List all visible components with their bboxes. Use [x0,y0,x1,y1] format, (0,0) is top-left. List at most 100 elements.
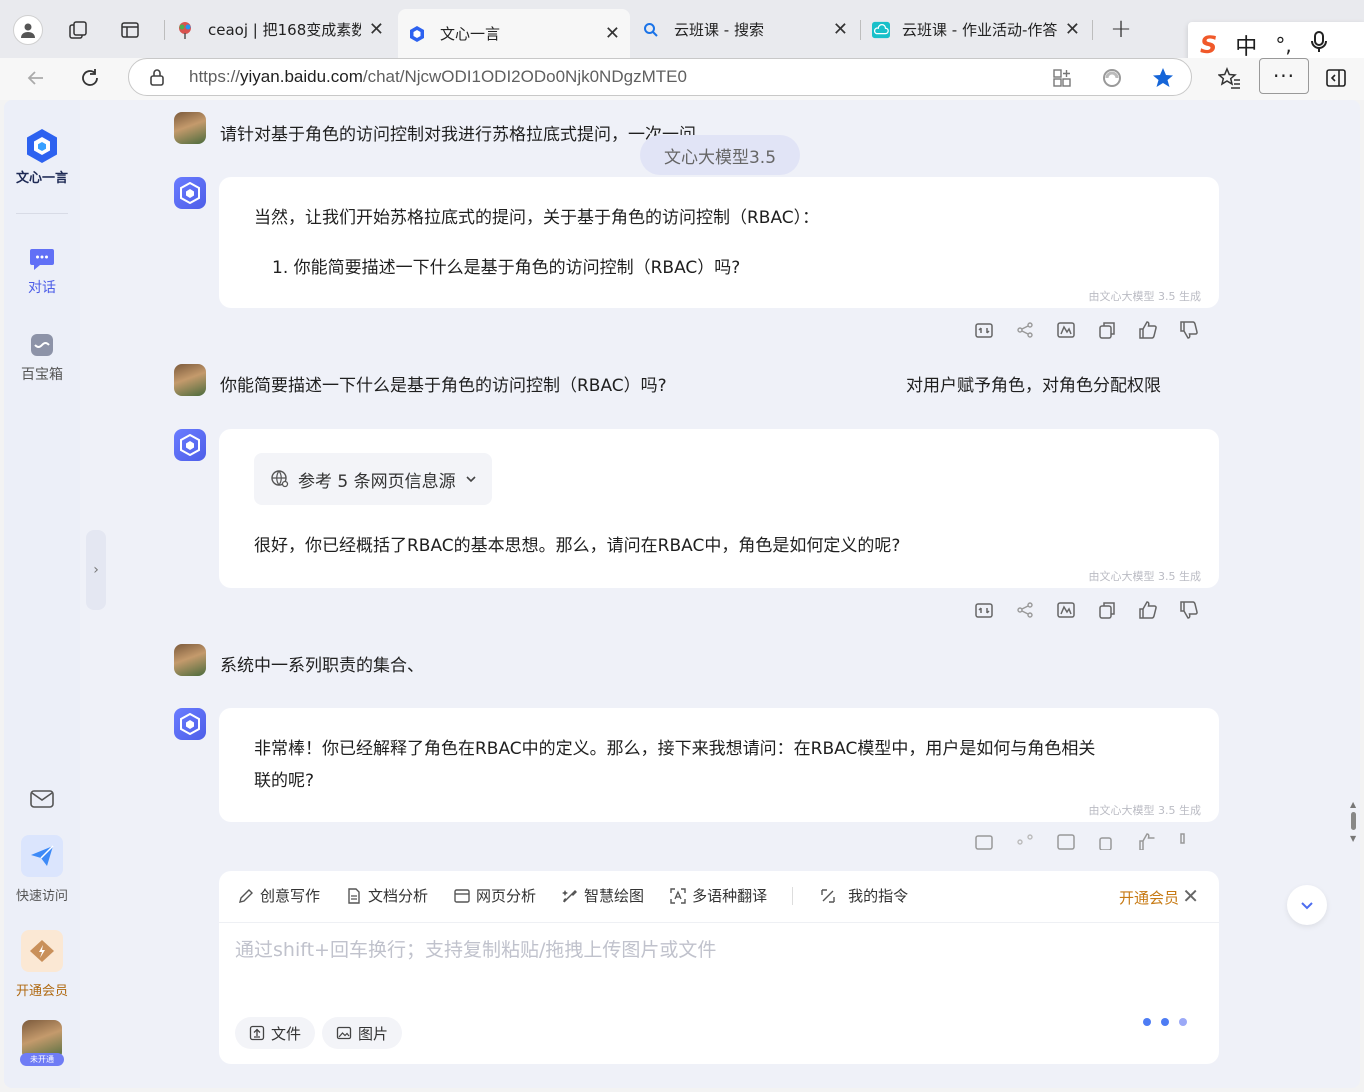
tab-ceaoj[interactable]: ceaoj | 把168变成素数 ✕ [166,9,394,50]
tool-document-analysis[interactable]: 文档分析 [345,885,428,906]
vip-link[interactable]: 开通会员 [1119,887,1179,908]
user-avatar [174,644,206,676]
tab-wenxin[interactable]: 文心一言 ✕ [398,9,630,58]
reference-label: 参考 5 条网页信息源 [298,471,456,492]
new-tab-button[interactable]: + [1106,14,1136,44]
vip-diamond-icon [21,930,63,972]
tool-label: 智慧绘图 [584,887,645,905]
sidebar-item-vip[interactable]: 开通会员 [4,930,80,999]
share-icon[interactable] [1015,832,1035,850]
sidebar-item-label: 快速访问 [15,889,68,904]
message-actions [974,832,1199,850]
thumbs-up-icon[interactable] [1138,600,1158,620]
close-tab-icon[interactable]: ✕ [605,23,620,44]
mail-button[interactable] [4,788,80,810]
regenerate-icon[interactable] [974,320,994,340]
edge-refresh-icon[interactable] [1101,67,1123,93]
back-button[interactable] [20,62,52,94]
tool-smart-drawing[interactable]: 智慧绘图 [561,885,644,906]
image-export-icon[interactable] [1056,320,1076,340]
app-available-icon[interactable] [1051,67,1073,93]
clipped-actions-row [4,832,1344,850]
tool-label: 创意写作 [260,887,321,905]
tab-homework[interactable]: 云班课 - 作业活动-作答 ✕ [862,9,1090,50]
upload-image-button[interactable]: 图片 [322,1017,403,1049]
tool-web-analysis[interactable]: 网页分析 [453,885,536,906]
close-tab-icon[interactable]: ✕ [1065,19,1080,40]
user-message: 请针对基于角色的访问控制对我进行苏格拉底式提问，一次一问 [220,125,696,145]
upload-file-button[interactable]: 文件 [235,1017,316,1049]
chip-label: 图片 [358,1024,389,1043]
chat-bubble-icon [30,249,54,270]
workspaces-button[interactable] [62,14,94,46]
reference-sources-dropdown[interactable]: 参考 5 条网页信息源 [254,453,492,505]
scroll-up-arrow-icon[interactable]: ▲ [1350,800,1356,809]
user-message: 你能简要描述一下什么是基于角色的访问控制（RBAC）吗? [220,376,667,396]
bot-message-list-item: 1. 你能简要描述一下什么是基于角色的访问控制（RBAC）吗? [272,258,741,278]
toolbox-icon [31,334,53,356]
message-input[interactable]: 通过shift+回车换行；支持复制粘贴/拖拽上传图片或文件 [235,935,716,962]
model-pill[interactable]: 文心大模型3.5 [640,135,800,175]
sidebar-item-toolbox[interactable]: 百宝箱 [4,332,80,384]
address-bar[interactable]: https://yiyan.baidu.com/chat/NjcwODI1ODI… [128,58,1192,96]
close-tab-icon[interactable]: ✕ [369,19,384,40]
copy-icon[interactable] [1097,320,1117,340]
tool-translation[interactable]: 多语种翻译 [669,885,767,906]
thumbs-down-icon[interactable] [1179,320,1199,340]
chat-scrollbar[interactable]: ▲ ▼ [1347,100,1360,845]
tab-title: 云班课 - 作业活动-作答 [902,21,1057,39]
tab-title: 云班课 - 搜索 [674,21,764,39]
favorite-star-icon[interactable] [1151,66,1175,94]
ime-punct-toggle[interactable]: °, [1275,33,1291,57]
mail-icon [30,790,54,808]
favorites-button[interactable] [1214,62,1246,94]
chip-label: 文件 [271,1024,302,1043]
expand-sidebar-button[interactable]: › [86,530,106,610]
sogou-logo-icon[interactable]: S [1200,31,1217,59]
send-loading-indicator[interactable] [1143,1018,1187,1026]
refresh-icon [82,69,98,86]
microphone-icon[interactable] [1310,30,1328,60]
thumbs-down-icon[interactable] [1179,832,1199,850]
tab-actions-button[interactable] [114,14,146,46]
image-export-icon[interactable] [1056,832,1076,850]
tool-my-commands[interactable]: 我的指令 [819,885,908,906]
tab-search[interactable]: 云班课 - 搜索 ✕ [632,9,858,50]
user-avatar-button[interactable]: 未开通 [4,1020,80,1066]
bot-logo-icon [180,713,200,735]
chevron-down-icon [1301,902,1313,910]
close-tab-icon[interactable]: ✕ [833,19,848,40]
thumbs-down-icon[interactable] [1179,600,1199,620]
ime-mode-toggle[interactable]: 中 [1235,29,1257,61]
message-actions [974,600,1199,620]
more-menu-button[interactable]: ··· [1259,58,1309,94]
bot-logo-icon [180,182,200,204]
refresh-button[interactable] [74,62,106,94]
copy-icon[interactable] [1097,832,1117,850]
browser-tab-bar: ceaoj | 把168变成素数 ✕ 文心一言 ✕ 云班课 - 搜索 ✕ 云班课… [0,0,1364,68]
message-actions [974,320,1199,340]
close-icon[interactable]: ✕ [1182,884,1199,908]
image-export-icon[interactable] [1056,600,1076,620]
tool-creative-writing[interactable]: 创意写作 [237,885,320,906]
copy-icon[interactable] [1097,600,1117,620]
tool-label: 我的指令 [848,887,909,905]
share-icon[interactable] [1015,320,1035,340]
lock-icon[interactable] [149,68,165,90]
regenerate-icon[interactable] [974,600,994,620]
scroll-to-bottom-button[interactable] [1287,885,1327,925]
bot-message-card: 非常棒！你已经解释了角色在RBAC中的定义。那么，接下来我想请问：在RBAC模型… [219,708,1219,822]
user-message-answer: 对用户赋予角色，对角色分配权限 [906,376,1161,396]
tab-title: 文心一言 [440,25,501,43]
app-logo[interactable]: 文心一言 [4,128,80,186]
sidebar-toggle-button[interactable] [1320,62,1352,94]
profile-button[interactable] [12,14,44,46]
bot-message-text: 联的呢? [254,771,315,791]
share-icon[interactable] [1015,600,1035,620]
thumbs-up-icon[interactable] [1138,832,1158,850]
thumbs-up-icon[interactable] [1138,320,1158,340]
sidebar-item-chat[interactable]: 对话 [4,245,80,297]
scrollbar-thumb[interactable] [1351,812,1356,830]
scroll-down-arrow-icon[interactable]: ▼ [1350,834,1356,843]
regenerate-icon[interactable] [974,832,994,850]
